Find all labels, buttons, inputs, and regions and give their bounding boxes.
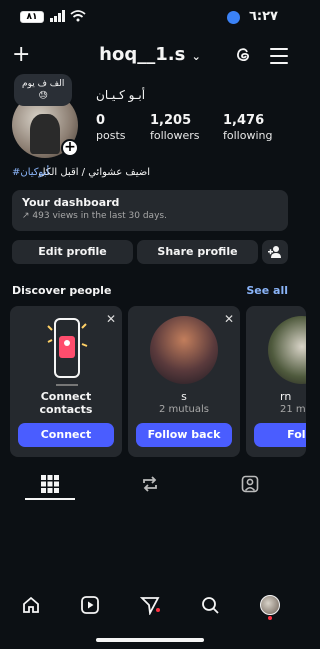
suggestion-name: rn: [280, 390, 292, 403]
profile-note[interactable]: الف ف يوم 😓: [14, 74, 73, 106]
tab-tagged[interactable]: [220, 475, 280, 497]
discover-title: Discover people: [12, 284, 112, 297]
suggestion-card[interactable]: rn 21 m Follo: [246, 306, 306, 457]
note-emoji: 😓: [38, 91, 48, 101]
add-story-icon[interactable]: +: [61, 139, 79, 157]
followers-count: 1,205: [150, 113, 192, 128]
share-profile-button[interactable]: Share profile: [137, 240, 258, 264]
tagged-person-icon: [241, 475, 259, 493]
cellular-signal-icon: [50, 10, 65, 22]
direct-messages-icon[interactable]: [140, 595, 160, 615]
see-all-link[interactable]: See all: [246, 284, 288, 297]
suggestion-mutuals: 2 mutuals: [159, 404, 209, 415]
suggestion-card-contacts[interactable]: ✕ Connect contacts Connect: [10, 306, 122, 457]
followers-label: followers: [150, 129, 200, 142]
trend-up-icon: ↗: [22, 211, 30, 221]
following-label: following: [223, 129, 273, 142]
edit-profile-button[interactable]: Edit profile: [12, 240, 133, 264]
notification-dot: [156, 608, 160, 612]
wifi-icon: [70, 10, 86, 22]
search-icon[interactable]: [200, 595, 220, 615]
suggestion-card[interactable]: ✕ s 2 mutuals Follow back: [128, 306, 240, 457]
bio-text: اضيف عشوائي / اقبل الكل: [38, 167, 150, 178]
bottom-navigation: [0, 590, 300, 620]
active-tab-indicator: [25, 498, 75, 500]
username-label: hoq__1.s: [99, 44, 186, 65]
menu-icon[interactable]: [270, 48, 288, 69]
profile-tab-avatar[interactable]: [260, 595, 280, 615]
tab-posts-grid[interactable]: [20, 475, 80, 497]
grid-icon: [41, 475, 59, 493]
chevron-down-icon: ⌄: [191, 50, 201, 63]
follow-back-button[interactable]: Follow back: [136, 423, 232, 447]
username-switcher[interactable]: hoq__1.s ⌄: [0, 44, 300, 65]
reels-icon[interactable]: [80, 595, 100, 615]
close-icon[interactable]: ✕: [106, 312, 116, 326]
threads-icon[interactable]: [234, 45, 252, 65]
home-icon[interactable]: [21, 595, 41, 615]
following-count: 1,476: [223, 113, 265, 128]
suggestion-avatar[interactable]: [150, 316, 218, 384]
tab-reposts[interactable]: [120, 475, 180, 497]
professional-dashboard[interactable]: Your dashboard ↗ 493 views in the last 3…: [12, 190, 288, 231]
dashboard-subtitle: 493 views in the last 30 days.: [32, 211, 167, 221]
bio-hashtag[interactable]: #أبوكيان: [12, 167, 49, 178]
connect-button[interactable]: Connect: [18, 423, 114, 447]
home-indicator: [96, 638, 204, 642]
suggestion-name: Connect contacts: [39, 390, 93, 416]
note-text: الف ف يوم: [22, 79, 65, 89]
add-person-button[interactable]: [262, 240, 288, 264]
notification-dot: [268, 616, 272, 620]
posts-stat[interactable]: 0 posts: [96, 113, 126, 143]
followers-stat[interactable]: 1,205 followers: [150, 113, 199, 143]
following-stat[interactable]: 1,476 following: [223, 113, 272, 143]
suggestion-mutuals: 21 m: [280, 404, 306, 415]
repost-icon: [143, 476, 157, 492]
suggestion-avatar[interactable]: [268, 316, 306, 384]
location-arrow-icon: [227, 11, 240, 24]
status-time: ٦:٢٧: [248, 9, 278, 24]
dashboard-title: Your dashboard: [22, 196, 120, 209]
battery-icon: ٨١: [20, 11, 44, 23]
display-name: أبـو كـيـان: [96, 88, 146, 102]
posts-label: posts: [96, 129, 126, 142]
close-icon[interactable]: ✕: [224, 312, 234, 326]
suggestion-name: s: [181, 390, 187, 403]
posts-count: 0: [96, 113, 106, 128]
contacts-phone-icon: [47, 318, 88, 378]
add-person-icon: [268, 246, 281, 258]
follow-back-button[interactable]: Follo: [254, 423, 306, 447]
